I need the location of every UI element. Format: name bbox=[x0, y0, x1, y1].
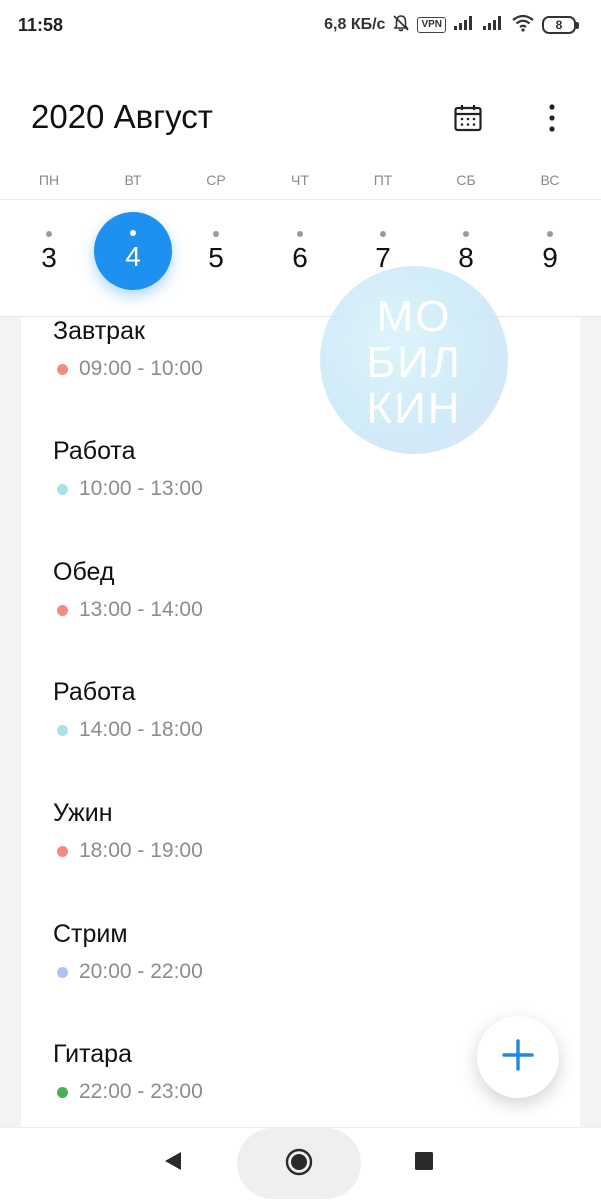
event-indicator bbox=[213, 231, 219, 237]
home-circle-icon bbox=[284, 1147, 314, 1182]
event-time: 20:00 - 22:00 bbox=[79, 960, 203, 983]
more-options-button[interactable] bbox=[532, 100, 572, 140]
watermark-logo: МО БИЛ КИН bbox=[320, 266, 508, 454]
event-title: Стрим bbox=[53, 920, 128, 948]
event-color-dot bbox=[57, 604, 68, 616]
date-cell[interactable]: 9 bbox=[510, 212, 590, 292]
date-cell[interactable]: 6 bbox=[260, 212, 340, 292]
month-title[interactable]: 2020 Август bbox=[31, 98, 213, 136]
event-time: 09:00 - 10:00 bbox=[79, 357, 203, 380]
home-button[interactable] bbox=[284, 1147, 314, 1182]
signal-icon bbox=[482, 15, 504, 36]
watermark-line: МО bbox=[376, 292, 452, 341]
event-time: 14:00 - 18:00 bbox=[79, 718, 203, 741]
watermark-line: КИН bbox=[366, 384, 462, 433]
event-time: 13:00 - 14:00 bbox=[79, 598, 203, 621]
event-item[interactable]: Обед 13:00 - 14:00 bbox=[53, 558, 533, 638]
add-event-button[interactable] bbox=[477, 1016, 559, 1098]
status-bar: 11:58 6,8 КБ/с VPN 8 bbox=[0, 0, 601, 50]
recent-square-icon bbox=[414, 1151, 434, 1176]
back-triangle-icon bbox=[163, 1150, 183, 1177]
weekday-row: ПН ВТ СР ЧТ ПТ СБ ВС bbox=[0, 172, 601, 192]
event-indicator bbox=[297, 231, 303, 237]
event-item[interactable]: Стрим 20:00 - 22:00 bbox=[53, 920, 533, 1000]
date-cell-selected[interactable]: 4 bbox=[94, 212, 172, 290]
event-item[interactable]: Работа 10:00 - 13:00 bbox=[53, 437, 533, 517]
watermark-line: БИЛ bbox=[366, 338, 462, 387]
date-number: 4 bbox=[125, 241, 141, 272]
calendar-button[interactable] bbox=[448, 100, 488, 140]
event-time: 10:00 - 13:00 bbox=[79, 477, 203, 500]
weekday-label: ВТ bbox=[124, 172, 142, 188]
weekday-label: ЧТ bbox=[291, 172, 309, 188]
plus-icon bbox=[501, 1038, 535, 1077]
event-title: Гитара bbox=[53, 1040, 132, 1068]
signal-icon bbox=[453, 15, 475, 36]
weekday-label: ВС bbox=[540, 172, 560, 188]
app-header: 2020 Август bbox=[0, 90, 601, 150]
battery-level: 8 bbox=[542, 16, 576, 34]
event-title: Завтрак bbox=[53, 317, 145, 345]
event-color-dot bbox=[57, 724, 68, 736]
more-vertical-icon bbox=[547, 103, 557, 138]
event-indicator bbox=[547, 231, 553, 237]
system-nav-bar bbox=[0, 1127, 601, 1200]
status-time: 11:58 bbox=[18, 14, 64, 35]
event-time: 22:00 - 23:00 bbox=[79, 1080, 203, 1103]
event-title: Работа bbox=[53, 437, 136, 465]
event-item[interactable]: Гитара 22:00 - 23:00 bbox=[53, 1040, 533, 1120]
date-number: 6 bbox=[292, 242, 308, 273]
event-title: Ужин bbox=[53, 799, 113, 827]
date-cell[interactable]: 3 bbox=[9, 212, 89, 292]
date-cell[interactable]: 5 bbox=[176, 212, 256, 292]
wifi-icon bbox=[511, 14, 535, 37]
event-list: Завтрак 09:00 - 10:00 Работа 10:00 - 13:… bbox=[21, 317, 580, 1127]
battery-icon: 8 bbox=[542, 16, 579, 34]
week-dates-row: 3 4 5 6 7 8 9 bbox=[0, 200, 601, 316]
status-icons: 6,8 КБ/с VPN 8 bbox=[324, 14, 579, 37]
date-number: 9 bbox=[542, 242, 558, 273]
event-color-dot bbox=[57, 483, 68, 495]
weekday-label: СБ bbox=[456, 172, 476, 188]
event-color-dot bbox=[57, 966, 68, 978]
date-number: 5 bbox=[208, 242, 224, 273]
network-speed: 6,8 КБ/с bbox=[324, 16, 386, 33]
date-number: 8 bbox=[458, 242, 474, 273]
event-indicator bbox=[130, 230, 136, 236]
event-indicator bbox=[380, 231, 386, 237]
bell-off-icon bbox=[392, 14, 410, 37]
event-color-dot bbox=[57, 845, 68, 857]
event-item[interactable]: Ужин 18:00 - 19:00 bbox=[53, 799, 533, 879]
event-title: Работа bbox=[53, 678, 136, 706]
event-time: 18:00 - 19:00 bbox=[79, 839, 203, 862]
weekday-label: ПТ bbox=[373, 172, 393, 188]
event-indicator bbox=[463, 231, 469, 237]
event-color-dot bbox=[57, 1086, 68, 1098]
calendar-icon bbox=[453, 103, 483, 138]
vpn-icon: VPN bbox=[417, 17, 446, 33]
event-color-dot bbox=[57, 363, 68, 375]
event-item[interactable]: Работа 14:00 - 18:00 bbox=[53, 678, 533, 758]
recent-apps-button[interactable] bbox=[412, 1151, 436, 1175]
event-indicator bbox=[46, 231, 52, 237]
date-number: 3 bbox=[41, 242, 57, 273]
weekday-label: ПН bbox=[38, 172, 60, 188]
event-title: Обед bbox=[53, 558, 115, 586]
weekday-label: СР bbox=[206, 172, 226, 188]
back-button[interactable] bbox=[160, 1150, 186, 1176]
